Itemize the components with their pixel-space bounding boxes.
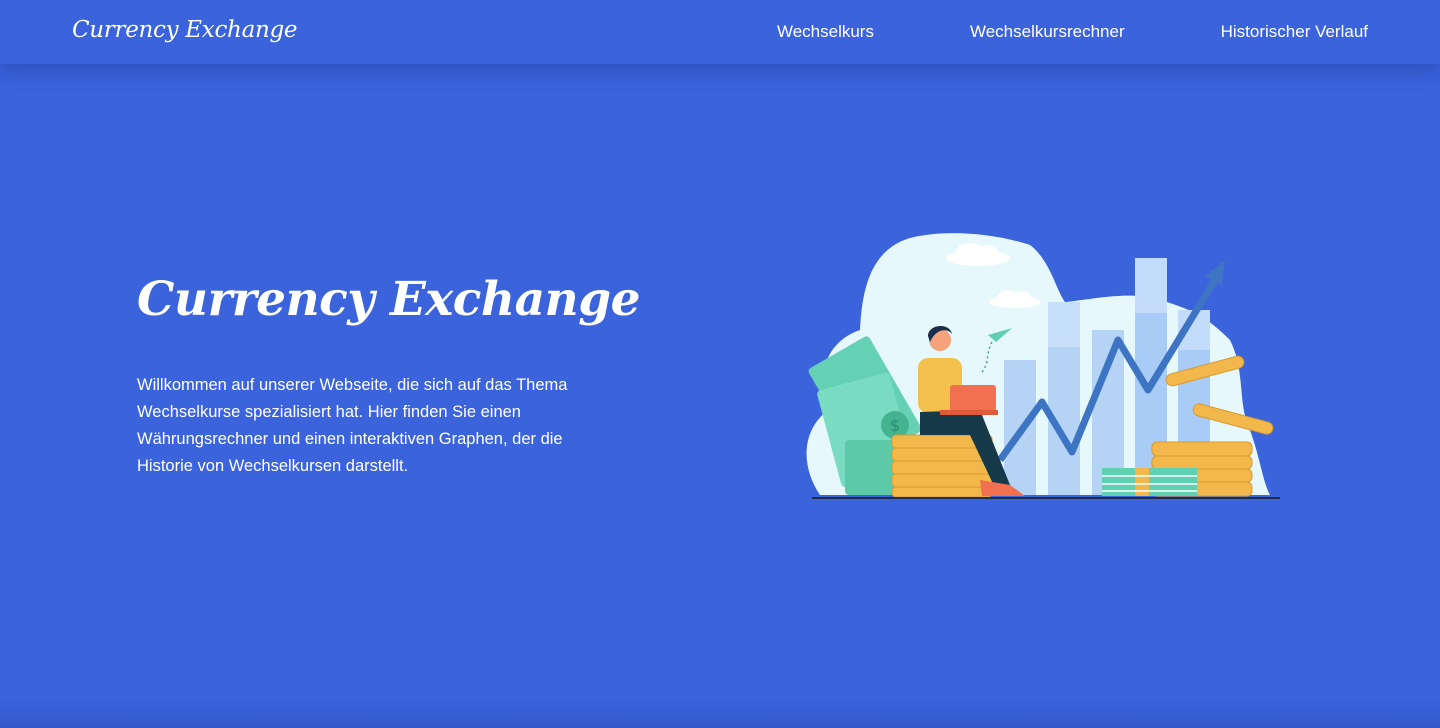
hero-title: Currency Exchange: [137, 272, 641, 327]
bottom-section-shadow: [0, 698, 1440, 728]
brand-logo-link[interactable]: Currency Exchange: [72, 17, 298, 43]
nav-link-wechselkursrechner[interactable]: Wechselkursrechner: [970, 22, 1125, 42]
nav-links: Wechselkurs Wechselkursrechner Historisc…: [777, 0, 1368, 64]
nav-link-historischer-verlauf[interactable]: Historischer Verlauf: [1221, 22, 1368, 42]
nav-link-wechselkurs[interactable]: Wechselkurs: [777, 22, 874, 42]
hero-description: Willkommen auf unserer Webseite, die sic…: [137, 376, 568, 475]
svg-text:$: $: [890, 416, 900, 435]
top-navbar: Currency Exchange Wechselkurs Wechselkur…: [0, 0, 1440, 64]
cash-stack-icon: [1102, 468, 1197, 496]
page: Currency Exchange Wechselkurs Wechselkur…: [0, 0, 1440, 728]
finance-growth-illustration: $: [806, 233, 1280, 499]
